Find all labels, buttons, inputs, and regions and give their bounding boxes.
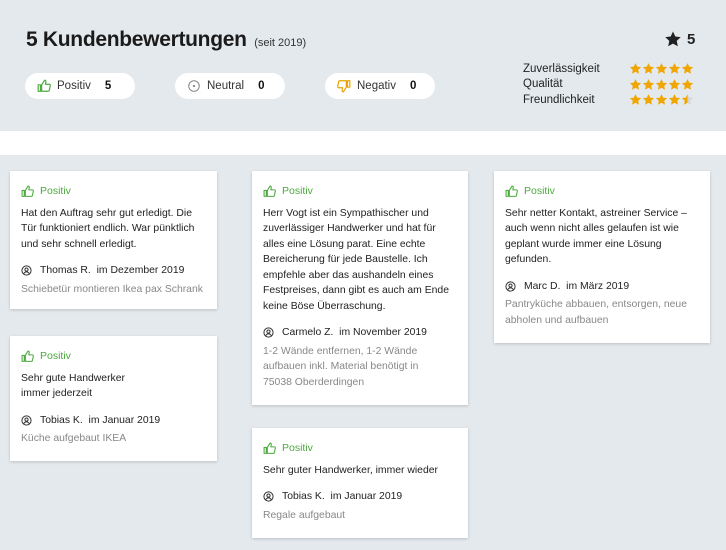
user-icon [21,415,32,426]
star-rating [629,62,694,75]
since-text: (seit 2019) [254,37,307,49]
review-tag-label: Positiv [40,350,71,362]
thumbs-up-icon [21,350,34,363]
review-text: Sehr guter Handwerker, immer wieder [263,464,438,476]
review-tag-label: Positiv [40,185,71,197]
author-name: Thomas R. [40,265,91,276]
star-icon [629,63,642,74]
review-date: im Januar 2019 [330,491,403,502]
user-icon [263,491,274,502]
rating-label: Qualität [523,78,563,91]
star-icon [665,31,681,47]
author-name: Carmelo Z. [282,327,334,338]
review-date: im Dezember 2019 [96,265,185,276]
category-ratings: Zuverlässigkeit Qualität Freundlichkeit [523,61,694,108]
star-rating [629,78,694,91]
author-name: Tobias K. [40,414,83,426]
review-job[interactable]: Pantryküche abbauen, entsorgen, neue abh… [505,297,699,328]
overall-rating: 5 [664,30,695,48]
author-name: Tobias K. [282,491,325,502]
title-text: 5 Kundenbewertungen [26,28,247,51]
review-author: Marc D. im März 2019 [505,279,699,295]
user-icon [263,327,274,338]
star-icon [642,78,655,90]
divider-bar [0,131,726,155]
overall-rating-value: 5 [687,30,696,48]
filter-label: Positiv [57,80,91,92]
review-author: Carmelo Z. im November 2019 [263,325,457,341]
rating-row-quality: Qualität [523,77,694,93]
filter-count: 0 [410,80,417,92]
star-icon [681,63,694,74]
review-card: Positiv Sehr guter Handwerker, immer wie… [252,428,468,538]
thumbs-up-icon [37,79,51,93]
review-tag-label: Positiv [282,442,313,454]
review-text: Sehr netter Kontakt, astreiner Service –… [505,207,687,266]
star-icon [642,94,655,105]
review-tag-label: Positiv [524,185,555,197]
rating-label: Zuverlässigkeit [523,62,600,75]
thumbs-up-icon [263,185,276,198]
star-icon [668,63,681,74]
review-tag: Positiv [263,441,457,457]
filter-negative-button[interactable]: Negativ 0 [325,73,435,99]
review-tag: Positiv [21,184,206,200]
author-name: Marc D. [524,280,561,292]
rating-row-friendliness: Freundlichkeit [523,92,694,108]
neutral-icon [187,79,201,93]
review-date: im März 2019 [566,280,630,292]
review-card: Positiv Herr Vogt ist ein Sympathischer … [252,171,468,405]
filter-positive-button[interactable]: Positiv 5 [25,73,135,99]
review-card: Positiv Sehr gute Handwerker immer jeder… [10,336,217,461]
review-text: Hat den Auftrag sehr gut erledigt. Die T… [21,207,195,250]
filter-label: Negativ [357,80,396,92]
review-text: Sehr gute Handwerker immer jederzeit [21,372,125,400]
filter-count: 0 [258,80,265,92]
star-icon [629,78,642,90]
star-icon [681,94,694,105]
star-icon [642,63,655,74]
user-icon [21,265,32,276]
review-author: Tobias K. im Januar 2019 [21,413,206,429]
review-job[interactable]: Schiebetür montieren Ikea pax Schrank [21,282,206,298]
review-tag: Positiv [263,184,457,200]
rating-row-reliability: Zuverlässigkeit [523,61,694,77]
star-icon [655,63,668,74]
review-tag: Positiv [21,349,206,365]
filter-count: 5 [104,80,112,92]
review-job[interactable]: Regale aufgebaut [263,508,457,524]
review-job[interactable]: Küche aufgebaut IKEA [21,431,206,447]
thumbs-up-icon [263,442,276,455]
review-card: Positiv Sehr netter Kontakt, astreiner S… [494,171,710,343]
thumbs-down-icon [337,79,351,93]
star-icon [629,94,642,105]
star-icon [655,94,668,105]
review-author: Tobias K. im Januar 2019 [263,489,457,505]
review-job[interactable]: 1-2 Wände entfernen, 1-2 Wände aufbauen … [263,344,438,391]
review-tag: Positiv [505,184,699,200]
star-icon [655,78,668,90]
review-tag-label: Positiv [282,185,313,197]
review-card: Positiv Hat den Auftrag sehr gut erledig… [10,171,217,309]
star-icon [668,94,681,105]
rating-label: Freundlichkeit [523,93,595,106]
review-date: im Januar 2019 [88,414,161,426]
reviews-header: 5 Kundenbewertungen (seit 2019) 5 Positi… [0,0,726,131]
user-icon [505,281,516,292]
review-author: Thomas R. im Dezember 2019 [21,263,206,279]
star-icon [668,78,681,90]
thumbs-up-icon [21,185,34,198]
page-title: 5 Kundenbewertungen (seit 2019) [26,28,306,52]
filter-label: Neutral [207,80,245,92]
review-text: Herr Vogt ist ein Sympathischer und zuve… [263,207,449,312]
star-icon [681,78,694,90]
thumbs-up-icon [505,185,518,198]
star-rating [629,93,694,106]
filter-neutral-button[interactable]: Neutral 0 [175,73,285,99]
review-date: im November 2019 [339,327,427,338]
